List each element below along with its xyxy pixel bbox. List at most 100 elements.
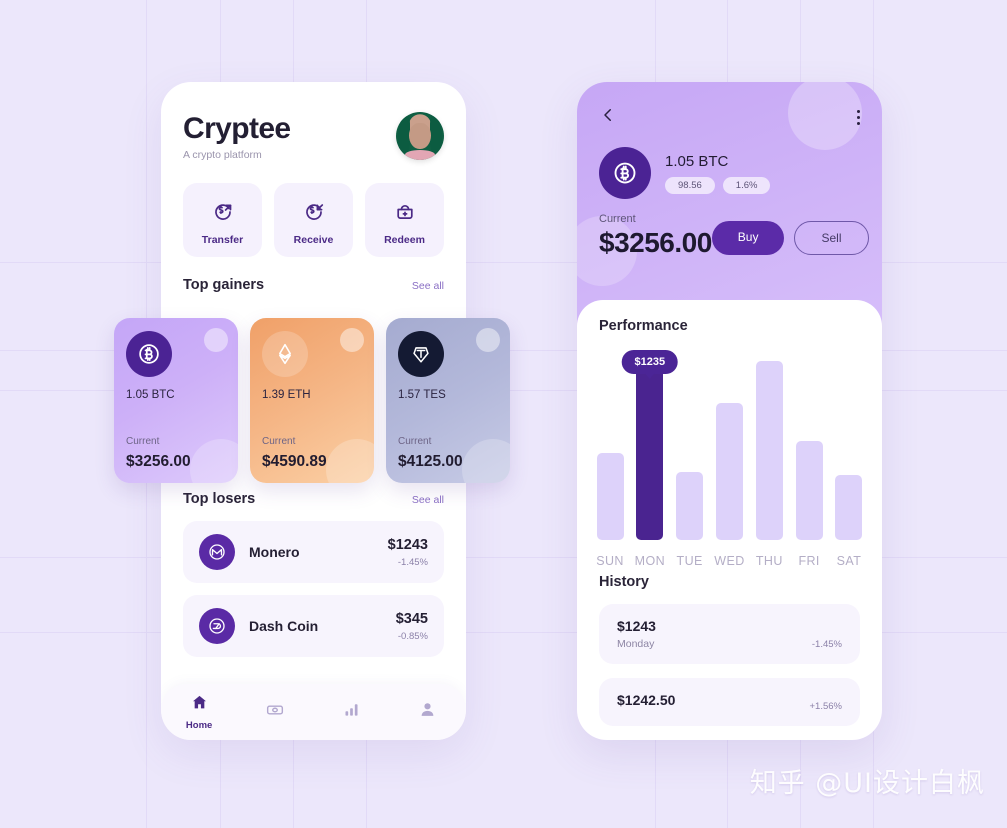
nav-item-profile[interactable]: [390, 700, 466, 724]
sell-button[interactable]: Sell: [794, 221, 869, 255]
bottom-navigation: Home: [161, 684, 466, 740]
top-losers-see-all[interactable]: See all: [412, 494, 444, 506]
watermark: 知乎 @UI设计白枫: [749, 768, 985, 799]
list-item-price: $345: [395, 610, 428, 627]
chevron-left-icon: [604, 109, 611, 121]
list-item-change: -0.85%: [397, 630, 428, 642]
performance-title: Performance: [599, 318, 688, 334]
avatar[interactable]: [396, 112, 444, 160]
nav-item-home[interactable]: Home: [161, 693, 237, 731]
current-label: Current: [599, 213, 636, 225]
history-change: +1.56%: [809, 701, 843, 712]
chart-x-label: SUN: [596, 554, 624, 568]
status-badge: 1.6%: [722, 176, 771, 194]
chart-x-label: WED: [714, 554, 745, 568]
detail-sheet: Performance $1235 SUN MON TUE WED THU FRI SAT …: [577, 300, 882, 740]
chart-x-label: TUE: [676, 554, 703, 568]
chart-bar-wed[interactable]: [715, 403, 743, 540]
history-row[interactable]: $1242.50 +1.56%: [599, 678, 860, 726]
chart-bar-thu[interactable]: [755, 361, 783, 540]
chart-x-axis-labels: SUN MON TUE WED THU FRI SAT: [577, 554, 882, 568]
chart-bars: $1235: [577, 350, 882, 540]
coin-ticker: 1.05 BTC: [665, 152, 729, 170]
chart-x-label: FRI: [798, 554, 820, 568]
gainer-card-tes[interactable]: 1.57 TES Current $4125.00: [386, 318, 510, 483]
chart-bar-sat[interactable]: [835, 475, 863, 540]
chart-bar-column: $1235: [621, 350, 679, 540]
person-icon: [422, 703, 434, 716]
chart-bar-tue[interactable]: [676, 471, 704, 540]
cash-icon: [267, 704, 284, 715]
decor-bubble: [462, 439, 510, 483]
history-day: Monday: [617, 638, 655, 650]
chart-tooltip: $1235: [621, 350, 679, 374]
history-title: History: [599, 574, 649, 590]
gainer-card-current-label: Current: [262, 436, 296, 447]
gainer-card-btc[interactable]: 1.05 BTC Current $3256.00: [114, 318, 238, 483]
decor-bubble: [340, 328, 364, 352]
chart-x-label: THU: [755, 554, 783, 568]
tether-icon: [398, 331, 444, 377]
gainer-card-price: $4590.89: [262, 453, 327, 470]
page-title: Cryptee: [183, 112, 291, 145]
home-icon: [192, 695, 206, 709]
quick-actions: Transfer Receive Redeem: [183, 183, 444, 257]
decor-bubble: [326, 439, 374, 483]
gainer-card-price: $3256.00: [126, 453, 191, 470]
gainer-card-price: $4125.00: [398, 453, 463, 470]
nav-item-home-label: Home: [185, 720, 213, 731]
chart-x-label: MON: [634, 554, 666, 568]
transfer-label: Transfer: [201, 234, 244, 246]
chart-bar-column: [710, 350, 748, 540]
top-gainers-header: Top gainers See all: [183, 277, 444, 293]
list-item-name: Dash Coin: [249, 618, 319, 634]
history-amount: $1242.50: [617, 692, 676, 708]
performance-chart: $1235 SUN MON TUE WED THU FRI SAT: [596, 340, 863, 572]
monero-icon: [199, 534, 235, 570]
top-gainers-title: Top gainers: [183, 277, 265, 293]
chart-bar-fri[interactable]: [795, 441, 823, 540]
top-gainers-cards: 1.05 BTC Current $3256.00 1.39 ETH Curre…: [114, 318, 512, 483]
chart-bar-column: [591, 350, 629, 540]
list-item-name: Monero: [249, 544, 300, 560]
nav-item-stats[interactable]: [314, 700, 390, 724]
transfer-button[interactable]: Transfer: [183, 183, 262, 257]
gainer-card-amount: 1.39 ETH: [262, 389, 311, 401]
redeem-icon: [369, 197, 440, 225]
buy-button[interactable]: Buy: [711, 221, 785, 255]
app-header: Cryptee A crypto platform: [183, 112, 444, 161]
decor-bubble: [476, 328, 500, 352]
history-amount: $1243: [617, 618, 656, 634]
top-losers-header: Top losers See all: [183, 491, 444, 507]
redeem-button[interactable]: Redeem: [365, 183, 444, 257]
top-losers-list: Monero $1243 -1.45% Dash Coin $345 -0.85…: [183, 521, 444, 657]
status-badge: 98.56: [665, 176, 715, 194]
list-item[interactable]: Dash Coin $345 -0.85%: [183, 595, 444, 657]
history-row[interactable]: $1243 Monday -1.45%: [599, 604, 860, 664]
nav-item-wallet[interactable]: [237, 700, 313, 725]
brand-subtitle: A crypto platform: [183, 149, 262, 161]
gainer-card-amount: 1.05 BTC: [126, 389, 175, 401]
back-button[interactable]: [599, 106, 617, 129]
chart-bar-column: [671, 350, 709, 540]
gainer-card-amount: 1.57 TES: [398, 389, 446, 401]
list-item[interactable]: Monero $1243 -1.45%: [183, 521, 444, 583]
gainer-card-eth[interactable]: 1.39 ETH Current $4590.89: [250, 318, 374, 483]
list-item-change: -1.45%: [397, 556, 428, 568]
gainer-card-current-label: Current: [398, 436, 432, 447]
redeem-label: Redeem: [384, 234, 425, 246]
receive-icon: [278, 197, 349, 225]
top-losers-title: Top losers: [183, 491, 256, 507]
bitcoin-icon: [599, 147, 651, 199]
kebab-menu-icon[interactable]: [857, 110, 860, 125]
receive-label: Receive: [293, 234, 334, 246]
chart-x-label: SAT: [836, 554, 862, 568]
receive-button[interactable]: Receive: [274, 183, 353, 257]
decor-bubble: [190, 439, 238, 483]
current-price: $3256.00: [599, 227, 712, 258]
top-gainers-see-all[interactable]: See all: [412, 280, 444, 292]
gainer-card-current-label: Current: [126, 436, 160, 447]
phone-detail-screen: 1.05 BTC 98.56 1.6% Current $3256.00 Buy…: [577, 82, 882, 740]
chart-bar-sun[interactable]: [596, 452, 624, 540]
decor-bubble: [204, 328, 228, 352]
